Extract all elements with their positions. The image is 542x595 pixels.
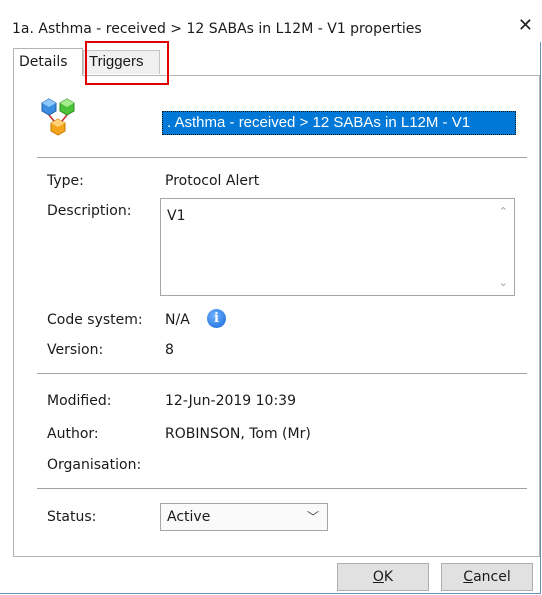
triggers-highlight-box [85,41,169,85]
description-label: Description: [47,203,132,219]
scroll-down-icon[interactable]: ⌄ [499,276,508,289]
cancel-button[interactable]: Cancel [441,563,533,591]
title-bar: 1a. Asthma - received > 12 SABAs in L12M… [0,0,541,42]
close-icon[interactable]: ✕ [518,17,533,35]
ok-label-rest: K [383,569,394,585]
window-title: 1a. Asthma - received > 12 SABAs in L12M… [12,21,422,37]
version-value: 8 [165,342,174,358]
type-value: Protocol Alert [165,173,260,189]
separator [37,373,527,374]
type-label: Type: [47,173,84,189]
ok-access-key: O [372,569,384,585]
name-field[interactable]: . Asthma - received > 12 SABAs in L12M -… [162,111,516,135]
version-label: Version: [47,342,104,358]
organisation-label: Organisation: [47,457,142,473]
separator [37,488,527,489]
description-value: V1 [167,208,186,224]
cancel-label-rest: ancel [473,569,511,585]
cancel-access-key: C [463,569,474,585]
info-icon[interactable]: i [207,309,226,328]
modified-value: 12-Jun-2019 10:39 [165,393,296,409]
author-value: ROBINSON, Tom (Mr) [165,426,311,442]
ok-button[interactable]: OK [337,563,429,591]
status-select[interactable]: Active ﹀ [160,503,328,531]
properties-dialog: 1a. Asthma - received > 12 SABAs in L12M… [0,0,541,594]
protocol-alert-icon [41,98,75,136]
modified-label: Modified: [47,393,112,409]
code-system-value: N/A [165,312,190,328]
author-label: Author: [47,426,99,442]
tab-details[interactable]: Details [13,48,83,76]
scroll-up-icon[interactable]: ⌃ [499,205,508,218]
chevron-down-icon: ﹀ [306,510,319,524]
separator [37,157,527,158]
status-value: Active [167,509,211,525]
status-label: Status: [47,509,97,525]
code-system-label: Code system: [47,312,143,328]
description-field[interactable]: V1 ⌃ ⌄ [160,198,515,296]
